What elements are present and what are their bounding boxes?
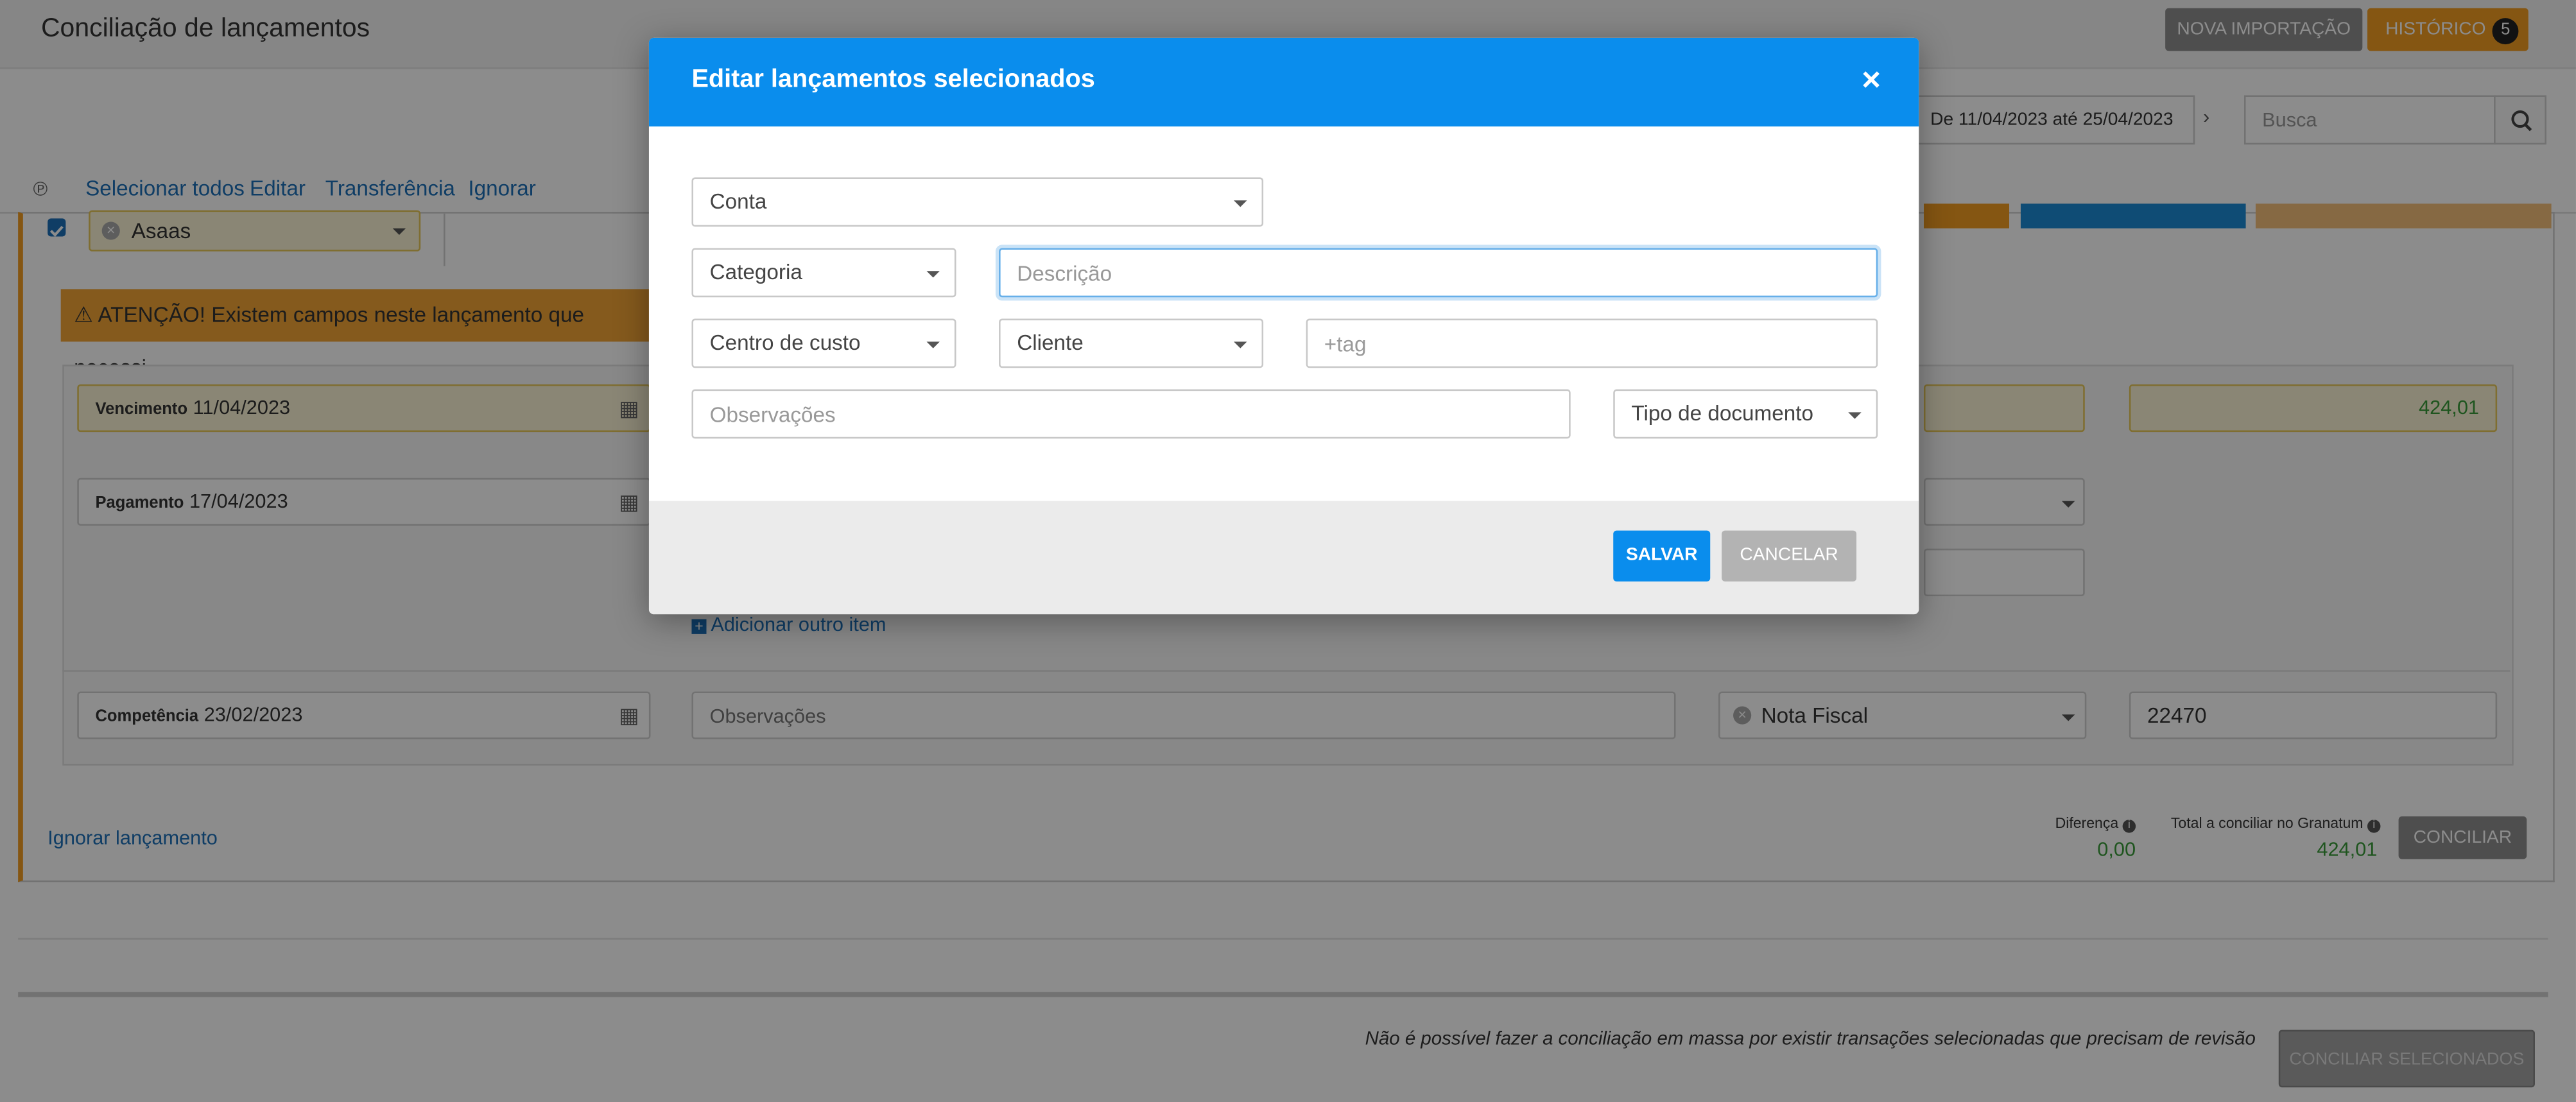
chevron-down-icon (1848, 412, 1862, 419)
save-button[interactable]: SALVAR (1613, 530, 1711, 581)
cliente-select[interactable]: Cliente (999, 318, 1264, 368)
modal-footer: SALVAR CANCELAR (648, 501, 1919, 615)
conta-placeholder: Conta (709, 189, 767, 214)
edit-selected-modal: Editar lançamentos selecionados × Conta … (648, 37, 1919, 615)
descricao-input[interactable] (999, 248, 1878, 298)
modal-header: Editar lançamentos selecionados × (648, 37, 1919, 127)
categoria-select[interactable]: Categoria (691, 248, 956, 298)
observacoes-input[interactable] (691, 389, 1571, 439)
cliente-placeholder: Cliente (1017, 330, 1084, 355)
tipo-documento-select[interactable]: Tipo de documento (1613, 389, 1878, 439)
conta-select[interactable]: Conta (691, 177, 1264, 227)
modal-title: Editar lançamentos selecionados (691, 65, 1095, 94)
tag-input[interactable] (1306, 318, 1878, 368)
tipo-documento-placeholder: Tipo de documento (1631, 400, 1813, 426)
cancel-button[interactable]: CANCELAR (1722, 530, 1857, 581)
chevron-down-icon (926, 341, 940, 349)
categoria-placeholder: Categoria (709, 259, 802, 284)
chevron-down-icon (926, 271, 940, 278)
centro-de-custo-select[interactable]: Centro de custo (691, 318, 956, 368)
close-icon[interactable]: × (1854, 64, 1887, 97)
chevron-down-icon (1234, 200, 1247, 207)
chevron-down-icon (1234, 341, 1247, 349)
centro-de-custo-placeholder: Centro de custo (709, 330, 861, 355)
